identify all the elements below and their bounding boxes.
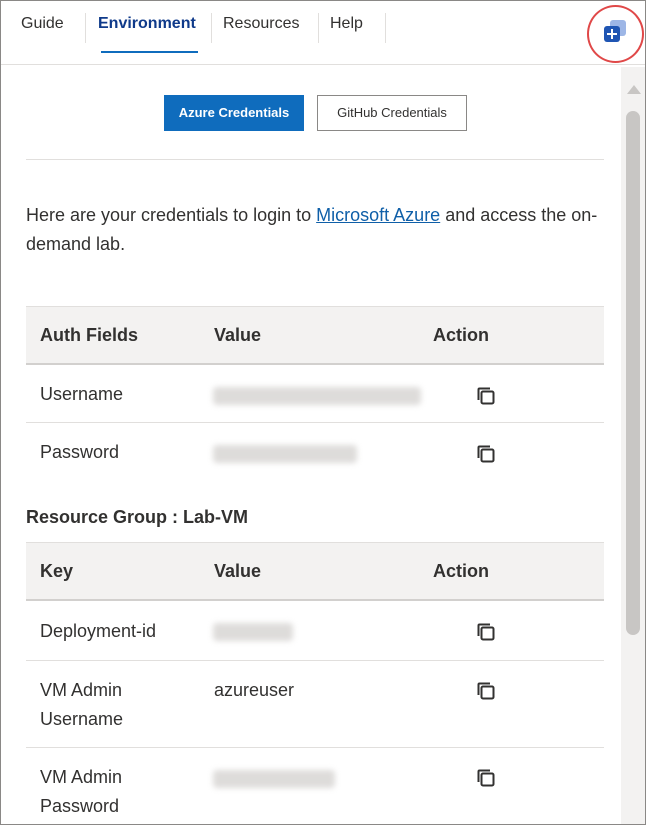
tab-separator bbox=[85, 13, 86, 43]
tab-separator bbox=[211, 13, 212, 43]
microsoft-azure-link[interactable]: Microsoft Azure bbox=[316, 205, 440, 225]
tab-environment[interactable]: Environment bbox=[98, 1, 196, 53]
tab-help[interactable]: Help bbox=[330, 1, 363, 53]
key-deployment-id: Deployment-id bbox=[40, 621, 157, 641]
redacted-value bbox=[213, 387, 421, 405]
top-nav: Guide Environment Resources Help bbox=[1, 1, 645, 65]
column-header-value: Value bbox=[214, 561, 262, 581]
intro-text-before: Here are your credentials to login to bbox=[26, 205, 317, 225]
redacted-value bbox=[213, 623, 293, 641]
auth-field-username: Username bbox=[40, 384, 124, 404]
tab-separator bbox=[385, 13, 386, 43]
column-header-value: Value bbox=[214, 325, 262, 345]
azure-credentials-button[interactable]: Azure Credentials bbox=[164, 95, 304, 131]
tab-guide[interactable]: Guide bbox=[21, 1, 64, 53]
lab-panel: Guide Environment Resources Help Azure C… bbox=[0, 0, 646, 825]
column-header-key: Key bbox=[40, 561, 74, 581]
copy-icon[interactable] bbox=[475, 385, 497, 407]
tab-separator bbox=[318, 13, 319, 43]
value-vm-admin-username: azureuser bbox=[214, 680, 295, 700]
scroll-thumb[interactable] bbox=[626, 111, 640, 635]
tab-resources[interactable]: Resources bbox=[223, 1, 299, 53]
highlight-circle bbox=[587, 5, 644, 63]
auth-field-password: Password bbox=[40, 442, 120, 462]
column-header-action: Action bbox=[433, 561, 489, 581]
intro-text: Here are your credentials to login to Mi… bbox=[26, 201, 616, 259]
key-vm-admin-password: VM Admin Password bbox=[40, 767, 123, 816]
table-header: Auth Fields Value Action bbox=[26, 306, 604, 365]
resource-group-title: Resource Group : Lab-VM bbox=[26, 507, 249, 527]
section-divider bbox=[26, 159, 604, 160]
resource-group-table: Key Value Action Deployment-id VM Admin … bbox=[26, 542, 604, 824]
column-header-auth-fields: Auth Fields bbox=[40, 325, 138, 345]
copy-icon[interactable] bbox=[475, 621, 497, 643]
scroll-up-arrow-icon[interactable] bbox=[627, 85, 641, 94]
table-row: Username bbox=[26, 365, 604, 423]
table-row: Password bbox=[26, 423, 604, 481]
copy-icon[interactable] bbox=[475, 767, 497, 789]
github-credentials-button[interactable]: GitHub Credentials bbox=[317, 95, 467, 131]
key-vm-admin-username: VM Admin Username bbox=[40, 680, 124, 729]
copy-icon[interactable] bbox=[475, 680, 497, 702]
active-tab-indicator bbox=[101, 51, 198, 53]
table-header: Key Value Action bbox=[26, 542, 604, 601]
redacted-value bbox=[213, 770, 335, 788]
copy-icon[interactable] bbox=[475, 443, 497, 465]
redacted-value bbox=[213, 445, 357, 463]
table-row: VM Admin Password bbox=[26, 748, 604, 824]
scrollbar[interactable] bbox=[621, 67, 645, 824]
column-header-action: Action bbox=[433, 325, 489, 345]
table-row: VM Admin Username azureuser bbox=[26, 661, 604, 748]
table-row: Deployment-id bbox=[26, 601, 604, 661]
auth-credentials-table: Auth Fields Value Action Username Passwo… bbox=[26, 306, 604, 488]
